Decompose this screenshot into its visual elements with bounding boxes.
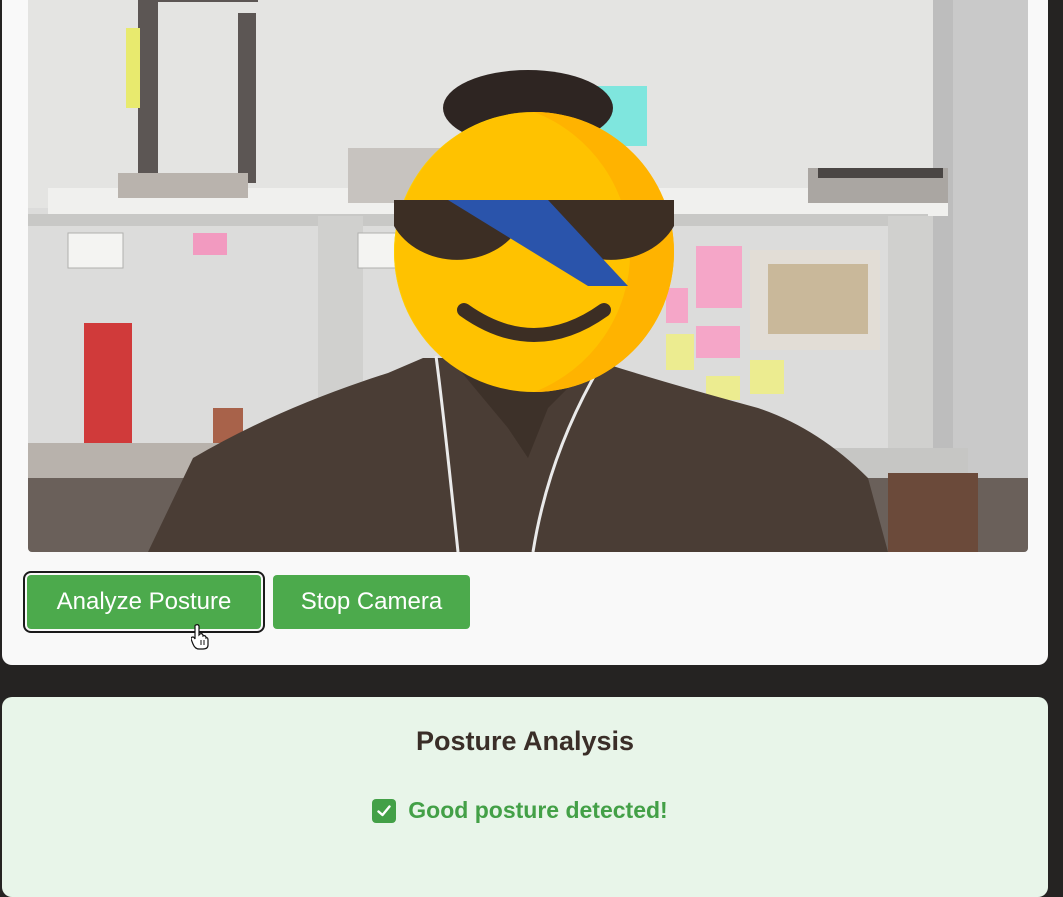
analyze-posture-button[interactable]: Analyze Posture — [27, 575, 261, 629]
hand-cursor-icon — [191, 624, 209, 650]
posture-analysis-card: Posture Analysis Good posture detected! — [2, 697, 1048, 897]
camera-controls: Analyze Posture Stop Camera — [24, 572, 470, 629]
check-mark-icon — [372, 798, 397, 823]
camera-card: Analyze Posture Stop Camera — [2, 0, 1048, 665]
analysis-title: Posture Analysis — [415, 726, 635, 756]
stop-camera-button[interactable]: Stop Camera — [273, 575, 470, 629]
posture-result: Good posture detected! — [2, 797, 1048, 824]
camera-video-feed — [28, 0, 1028, 552]
sunglasses-emoji-icon — [394, 112, 674, 392]
result-text: Good posture detected! — [408, 797, 668, 823]
